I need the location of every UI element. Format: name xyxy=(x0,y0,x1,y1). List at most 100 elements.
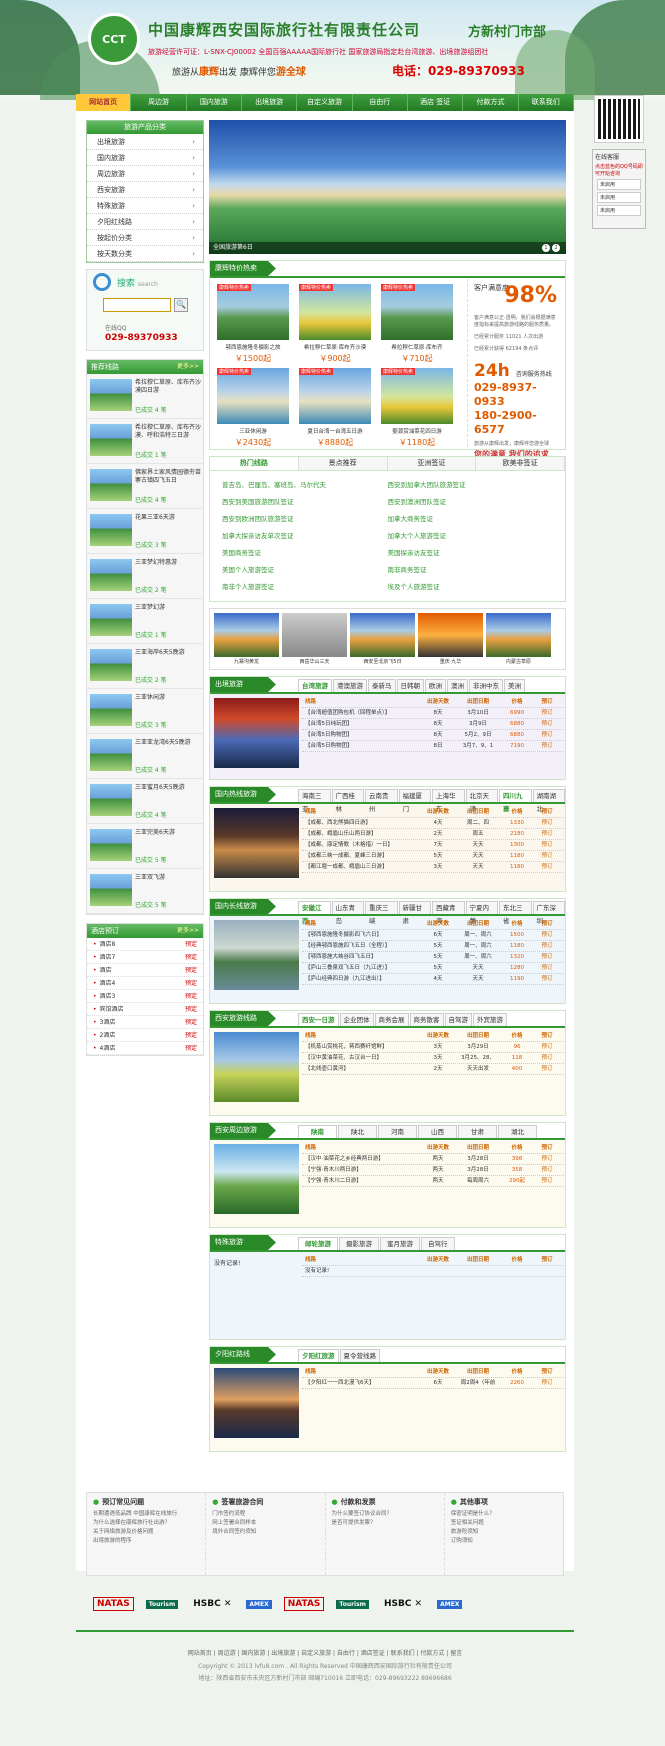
nav-contact[interactable]: 联系我们 xyxy=(519,94,574,111)
section-image[interactable] xyxy=(214,1144,299,1214)
hot-link[interactable]: 普吉岛、巴厘岛、塞班岛、马尔代夫 xyxy=(222,477,388,494)
list-item[interactable]: 佛家界土家风情园德夯苗寨古镇四飞五日 已成交 4 笔 xyxy=(87,464,203,509)
help-link[interactable]: 境外合同签约须知 xyxy=(212,1528,318,1537)
offer-name[interactable]: 婺源赏油菜花四日游 xyxy=(377,427,457,435)
tab[interactable]: 自驾游 xyxy=(444,1013,472,1026)
offer-card[interactable]: 康辉特价热卖 希拉穆仁草原·库布齐沙漠 ￥900起 xyxy=(295,282,375,366)
tab[interactable]: 澳洲 xyxy=(447,679,468,692)
tab[interactable]: 山东青岛 xyxy=(331,901,364,925)
list-item[interactable]: 花果三亚6天游 已成交 3 笔 xyxy=(87,509,203,554)
tab[interactable]: 广东深圳 xyxy=(532,901,565,925)
item-title[interactable]: 三亚休闲游 xyxy=(135,694,203,702)
book-link[interactable]: 预订 xyxy=(532,862,562,872)
route-name[interactable]: 【北线壶口黄河】 xyxy=(302,1064,422,1074)
hot-link[interactable]: 埃及个人旅游签证 xyxy=(388,579,554,596)
tab[interactable]: 商务散客 xyxy=(409,1013,444,1026)
category-item[interactable]: 特殊旅游 xyxy=(87,198,203,214)
book-link[interactable]: 预订 xyxy=(532,730,562,740)
offer-image[interactable] xyxy=(299,284,371,340)
section-image[interactable] xyxy=(214,920,299,990)
help-link[interactable]: 保密证明是什么？ xyxy=(451,1510,557,1519)
book-link[interactable]: 预订 xyxy=(532,930,562,940)
list-item[interactable]: 三亚完美6天游 已成交 5 笔 xyxy=(87,824,203,869)
item-title[interactable]: 三亚梦幻游 xyxy=(135,604,203,612)
help-link[interactable]: 签证相关问题 xyxy=(451,1519,557,1528)
footer-nav[interactable]: 网站首页 | 周边游 | 国内旅游 | 出境旅游 | 自定义旅游 | 自由行 |… xyxy=(76,1648,574,1657)
list-item[interactable]: 三亚亚龙湾6天5晚游 已成交 4 笔 xyxy=(87,734,203,779)
hotel-name[interactable]: 酒店4 xyxy=(100,980,116,987)
list-item[interactable]: 希拉穆仁草原、库布齐沙漠、呼和浩特三日游 已成交 1 笔 xyxy=(87,419,203,464)
table-row[interactable]: 【汉中·油菜花之乡经典两日游】 两天 3月28日 398 预订 xyxy=(302,1154,564,1165)
tab[interactable]: 甘肃 xyxy=(458,1125,497,1138)
table-row[interactable]: 【北线壶口黄河】 2天 天天出发 400 预订 xyxy=(302,1064,564,1075)
qq-label[interactable]: 在线QQ xyxy=(105,323,126,332)
help-link[interactable]: 门市签约流程 xyxy=(212,1510,318,1519)
service-button[interactable]: 未启用 xyxy=(597,192,641,203)
item-title[interactable]: 三亚梦幻特惠游 xyxy=(135,559,203,567)
hot-link[interactable]: 美国商务签证 xyxy=(222,545,388,562)
tab[interactable]: 企业团体 xyxy=(339,1013,374,1026)
route-name[interactable]: 【都江堰一成都、峨眉山三日游】 xyxy=(302,862,422,872)
tab[interactable]: 摄影旅游 xyxy=(339,1237,379,1250)
tab[interactable]: 新疆甘肃 xyxy=(398,901,431,925)
section-image[interactable] xyxy=(214,808,299,878)
item-title[interactable]: 三亚亚龙湾6天5晚游 xyxy=(135,739,203,747)
photo-item[interactable]: 九寨沟黄龙 xyxy=(214,613,279,665)
item-title[interactable]: 三亚海岸6天5晚游 xyxy=(135,649,203,657)
table-row[interactable]: 【台湾5日购物团】 8日 3月7、9、1 7190 预订 xyxy=(302,741,564,752)
route-name[interactable]: 【庐山三叠泉双飞五日（九江进）】 xyxy=(302,963,422,973)
item-title[interactable]: 希拉穆仁草原、库布齐沙漠四日游 xyxy=(135,379,203,395)
book-link[interactable]: 预订 xyxy=(532,1176,562,1186)
help-link[interactable]: 长期遭遇低品牌 中国康辉在线旅行 xyxy=(93,1510,199,1519)
photo[interactable] xyxy=(418,613,483,657)
hot-link[interactable]: 西安到加拿大团队旅游签证 xyxy=(388,477,554,494)
thumbnail[interactable] xyxy=(90,829,132,861)
table-row[interactable]: 【台湾超值团购包机（回程单点）】 8天 3月10日 6990 预订 xyxy=(302,708,564,719)
offer-image[interactable] xyxy=(381,284,453,340)
pager-dot-2[interactable]: 2 xyxy=(552,244,560,252)
hotel-item[interactable]: 2酒店 预定 xyxy=(87,1029,203,1042)
hotel-item[interactable]: 宾馆酒店 预定 xyxy=(87,1003,203,1016)
help-link[interactable]: 出境旅游的程序 xyxy=(93,1537,199,1546)
thumbnail[interactable] xyxy=(90,649,132,681)
route-name[interactable]: 【台湾超值团购包机（回程单点）】 xyxy=(302,708,422,718)
table-row[interactable]: 【汉中黄油菜花、古汉台一日】 3天 3月25、28、 118 预订 xyxy=(302,1053,564,1064)
book-link[interactable]: 预订 xyxy=(532,1053,562,1063)
list-item[interactable]: 希拉穆仁草原、库布齐沙漠四日游 已成交 4 笔 xyxy=(87,374,203,419)
photo-caption[interactable]: 重庆·九华 xyxy=(418,658,483,665)
hot-link[interactable]: 加拿大探亲访友单次签证 xyxy=(222,528,388,545)
hotel-item[interactable]: 酒店7 预定 xyxy=(87,951,203,964)
item-title[interactable]: 花果三亚6天游 xyxy=(135,514,203,522)
table-row[interactable]: 【宁强·青木川两日游】 两天 3月28日 358 预订 xyxy=(302,1165,564,1176)
book-link[interactable]: 预订 xyxy=(532,741,562,751)
thumbnail[interactable] xyxy=(90,424,132,456)
tab[interactable]: 非洲中东 xyxy=(469,679,503,692)
nav-domestic[interactable]: 国内旅游 xyxy=(187,94,242,111)
route-name[interactable]: 【鄂西恩施大峡谷四飞五日】 xyxy=(302,952,422,962)
route-name[interactable]: 【台湾5日购物团】 xyxy=(302,741,422,751)
nav-payment[interactable]: 付款方式 xyxy=(463,94,519,111)
tab[interactable]: 邮轮旅游 xyxy=(298,1237,338,1250)
tab[interactable]: 夕阳红旅游 xyxy=(298,1349,339,1362)
list-item[interactable]: 三亚蜜月6天5晚游 已成交 4 笔 xyxy=(87,779,203,824)
offer-name[interactable]: 三亚休闲游 xyxy=(213,427,293,435)
photo-item[interactable]: 重庆·九华 xyxy=(418,613,483,665)
offer-image[interactable] xyxy=(217,284,289,340)
table-row[interactable]: 【宁强·青木川二日游】 两天 每周周六 290起 预订 xyxy=(302,1176,564,1187)
hotel-item[interactable]: 酒店 预定 xyxy=(87,964,203,977)
tab[interactable]: 陕北 xyxy=(338,1125,377,1138)
tab[interactable]: 福建厦门 xyxy=(398,789,431,813)
hot-link[interactable]: 美国探亲访友签证 xyxy=(388,545,554,562)
route-name[interactable]: 【庐山经典四日游（九江进出）】 xyxy=(302,974,422,984)
offer-image[interactable] xyxy=(217,368,289,424)
book-link[interactable]: 预订 xyxy=(532,1064,562,1074)
tab-west-visa[interactable]: 欧美非签证 xyxy=(476,457,565,470)
route-name[interactable]: 【台湾5日购物团】 xyxy=(302,730,422,740)
thumbnail[interactable] xyxy=(90,874,132,906)
hotel-name[interactable]: 酒店8 xyxy=(100,941,116,948)
book-link[interactable]: 预订 xyxy=(532,818,562,828)
nav-nearby[interactable]: 周边游 xyxy=(131,94,187,111)
table-row[interactable]: 【机蒸山赏桃花，蒋西赛纤馆鲜】 3天 3月29日 96 预订 xyxy=(302,1042,564,1053)
list-item[interactable]: 三亚休闲游 已成交 3 笔 xyxy=(87,689,203,734)
table-row[interactable]: 【鄂西恩施大峡谷四飞五日】 5天 周一、周六 1320 预订 xyxy=(302,952,564,963)
